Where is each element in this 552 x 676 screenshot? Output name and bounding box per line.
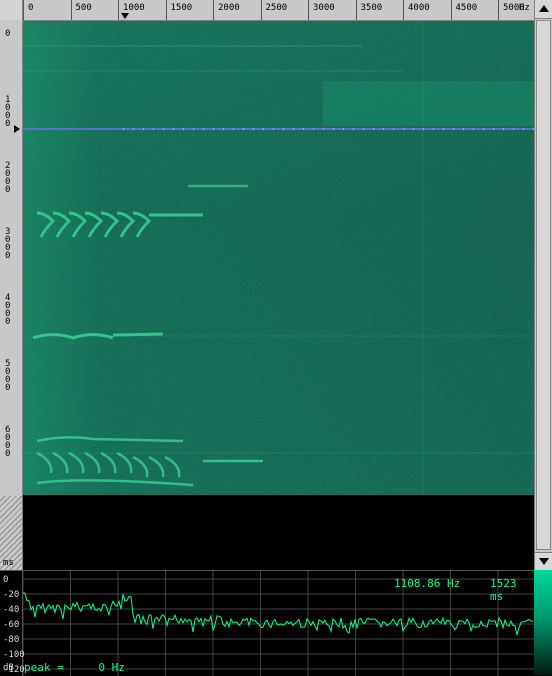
arrow-down-icon <box>539 558 549 565</box>
frequency-tick-label: 4500 <box>455 3 478 13</box>
frequency-tick-mark <box>308 0 309 20</box>
frequency-tick-label: 3000 <box>313 3 335 13</box>
peak-value: 0 Hz <box>98 661 125 674</box>
frequency-tick-label: 2000 <box>218 3 240 13</box>
time-tick-label: 0 <box>5 29 11 39</box>
frequency-tick-label: 2500 <box>265 3 288 13</box>
time-tick-label: 5000 <box>5 359 11 393</box>
frequency-tick-label: 3500 <box>360 3 383 13</box>
frequency-tick-mark <box>498 0 499 20</box>
time-unit-label: ms <box>3 558 14 568</box>
time-tick-label: 2000 <box>5 161 11 195</box>
frequency-tick-label: 4000 <box>408 3 430 13</box>
time-tick-label: 4000 <box>5 293 11 327</box>
frequency-tick-mark <box>118 0 119 20</box>
empty-time-area <box>23 495 534 570</box>
db-tick-label: -120 <box>3 665 25 675</box>
time-cursor-marker-icon[interactable] <box>14 125 20 133</box>
db-tick-label: -20 <box>3 590 20 600</box>
frequency-tick-label: 1500 <box>170 3 193 13</box>
frequency-tick-mark <box>450 0 452 20</box>
frequency-readout: 1108.86 Hz <box>394 577 461 590</box>
vertical-scrollbar[interactable] <box>534 0 552 571</box>
db-tick-label: -40 <box>3 605 20 615</box>
scroll-down-button[interactable] <box>535 552 552 571</box>
time-tick-label: 3000 <box>5 227 11 261</box>
frequency-tick-mark <box>260 0 262 20</box>
peak-readout: peak = 0 Hz <box>24 661 125 674</box>
frequency-tick-label: 1000 <box>123 3 145 13</box>
peak-label: peak = <box>24 661 64 674</box>
db-tick-label: -80 <box>3 635 20 645</box>
scroll-thumb[interactable] <box>536 20 551 550</box>
spectrum-panel[interactable]: dB 1108.86 Hz 1523 ms peak = 0 Hz 0 -20 -4… <box>0 570 534 676</box>
frequency-tick-mark <box>23 0 24 20</box>
frequency-tick-mark <box>355 0 357 20</box>
frequency-tick-label: 0 <box>28 3 34 13</box>
frequency-tick-label: 500 <box>75 3 92 13</box>
frequency-tick-mark <box>70 0 72 20</box>
time-readout: 1523 ms <box>490 577 517 603</box>
db-tick-label: -100 <box>3 650 25 660</box>
db-tick-label: -60 <box>3 620 20 630</box>
time-tick-label: 6000 <box>5 425 11 459</box>
time-tick-label: 1000 <box>5 95 11 129</box>
frequency-tick-mark <box>165 0 167 20</box>
frequency-unit-label: Hz <box>519 3 530 13</box>
frequency-tick-mark <box>403 0 404 20</box>
scroll-up-button[interactable] <box>535 0 552 19</box>
frequency-cursor-marker-icon[interactable] <box>121 13 129 19</box>
spectrogram[interactable] <box>23 21 534 495</box>
color-scale-bar <box>534 570 552 675</box>
frequency-tick-mark <box>213 0 214 20</box>
ruler-corner <box>0 0 23 20</box>
arrow-up-icon <box>539 5 549 12</box>
db-tick-label: 0 <box>3 575 9 585</box>
